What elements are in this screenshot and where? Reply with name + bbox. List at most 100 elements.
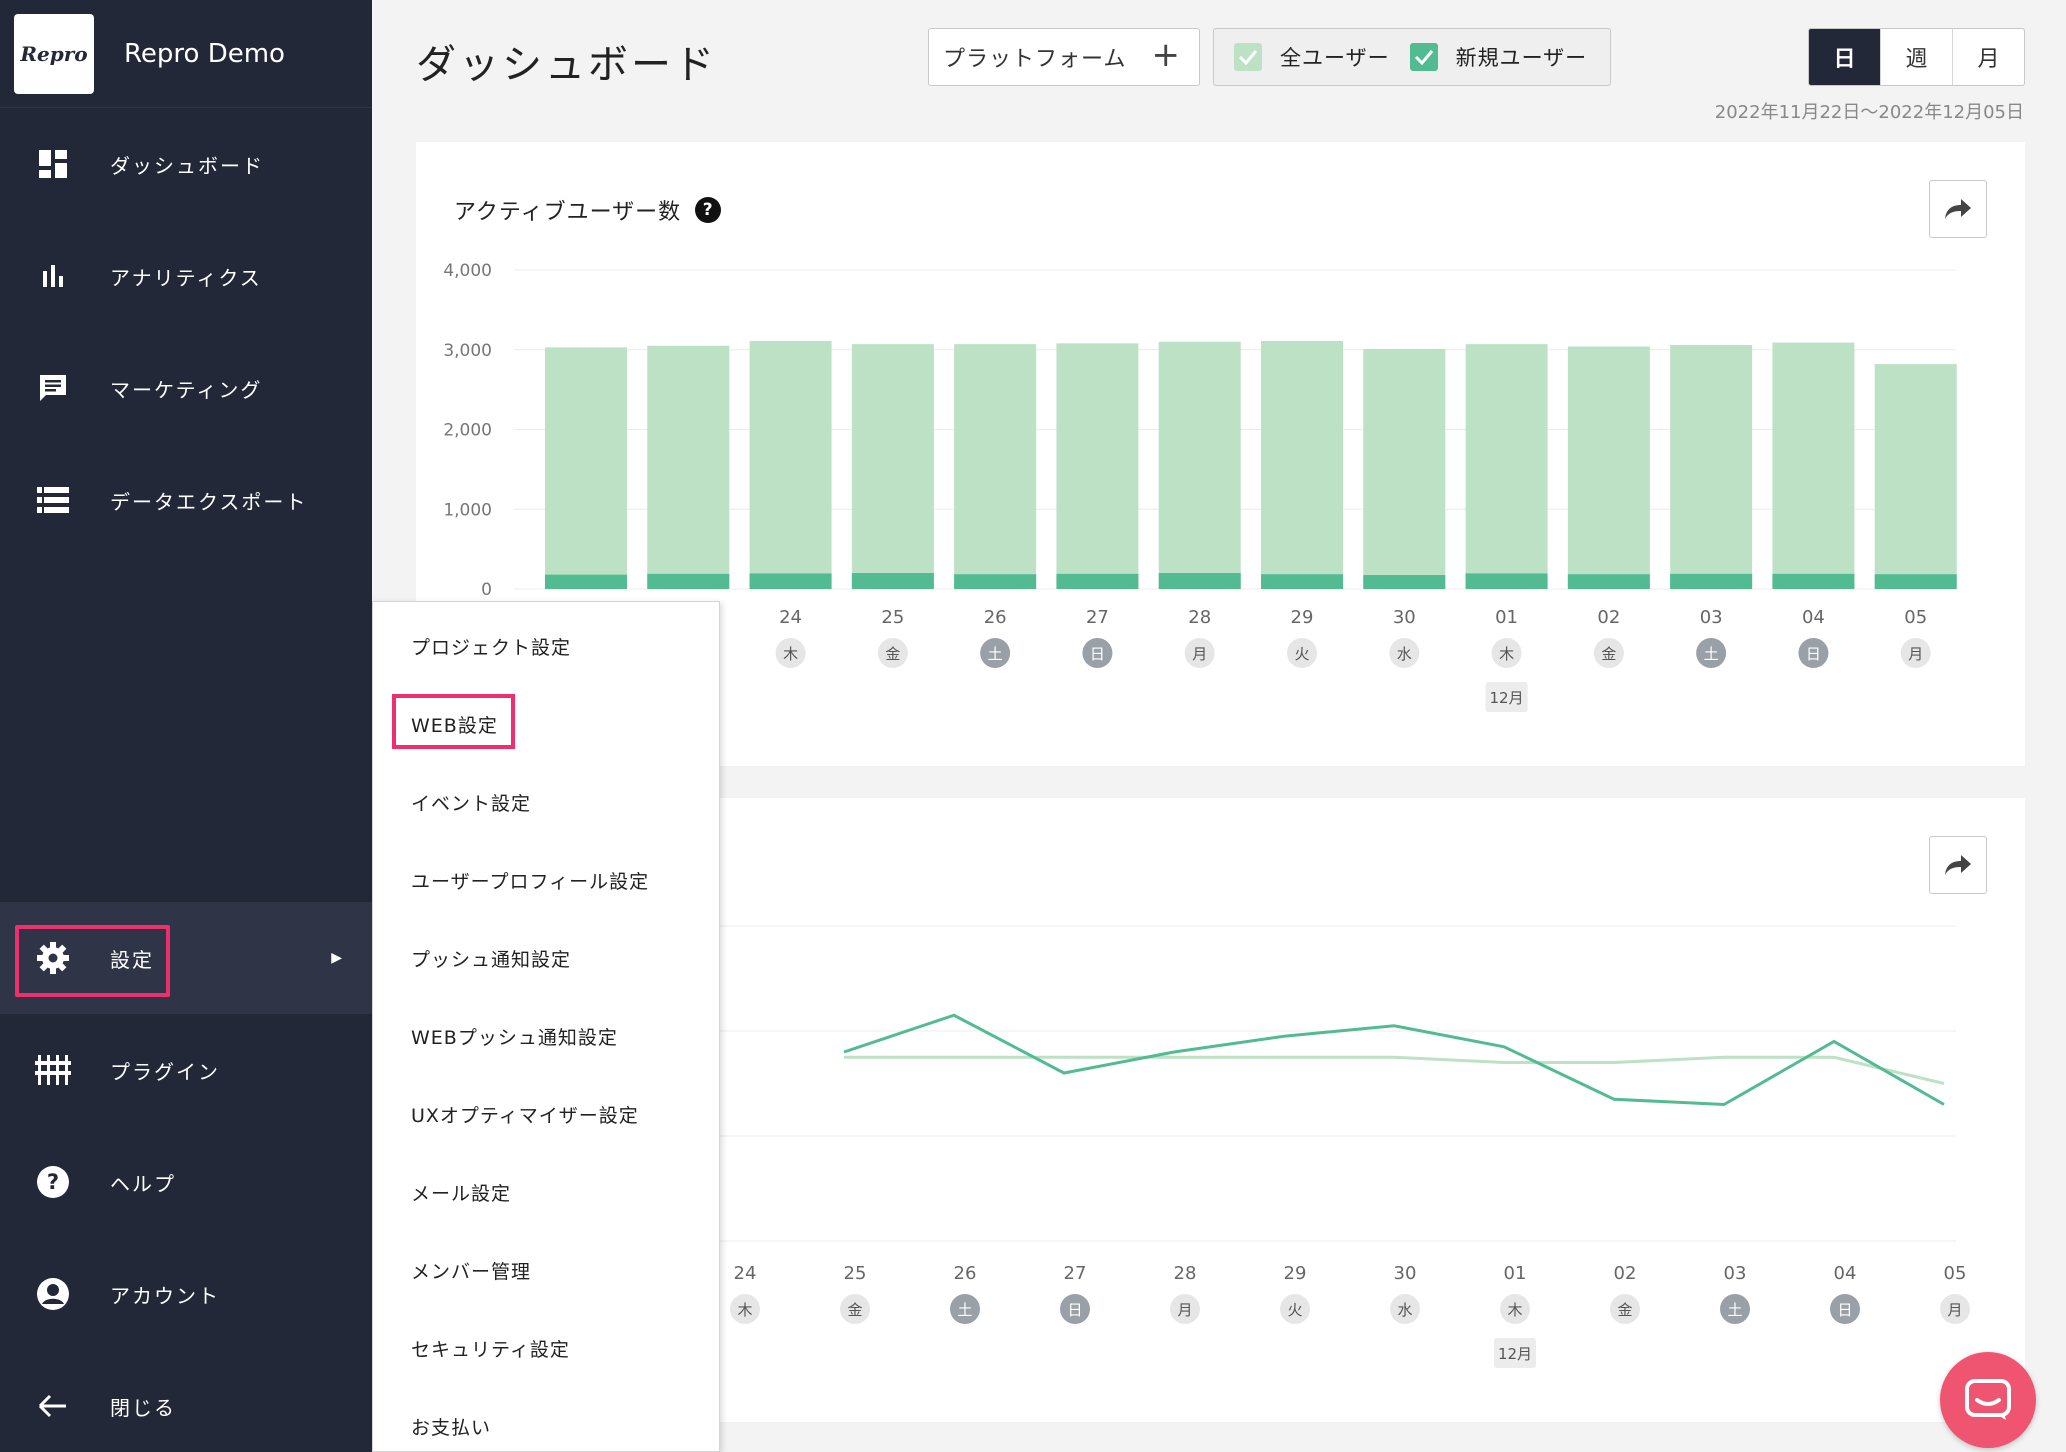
submenu-item-ux-optimizer-settings[interactable]: UXオプティマイザー設定 <box>411 1101 639 1128</box>
date-range: 2022年11月22日〜2022年12月05日 <box>1714 102 2024 123</box>
x-tick-label: 27 <box>1064 1263 1087 1284</box>
bar-all-users <box>1567 346 1650 589</box>
period-week-button[interactable]: 週 <box>1880 29 1952 85</box>
line-new-users <box>843 1013 1945 1107</box>
x-tick-label: 02 <box>1614 1263 1637 1284</box>
bar-new-users <box>1056 573 1139 589</box>
sidebar-item-label: ヘルプ <box>110 1171 176 1196</box>
x-tick-label: 05 <box>1904 607 1927 628</box>
sidebar-item-label: プラグイン <box>110 1059 220 1084</box>
plus-icon: + <box>1151 35 1181 75</box>
weekday-label: 日 <box>1067 1301 1082 1319</box>
submenu-item-member-management[interactable]: メンバー管理 <box>411 1257 531 1284</box>
weekday-label: 木 <box>737 1301 752 1319</box>
sidebar-item-dashboard[interactable]: ダッシュボード <box>0 108 372 220</box>
y-tick-label: 2,000 <box>443 421 492 441</box>
bar-all-users <box>1363 348 1446 589</box>
sidebar-item-label: マーケティング <box>110 377 263 402</box>
x-tick-label: 01 <box>1495 607 1518 628</box>
period-day-button[interactable]: 日 <box>1809 29 1880 85</box>
list-icon <box>26 473 80 527</box>
platform-label: プラットフォーム <box>943 47 1127 72</box>
bar-all-users <box>647 345 730 589</box>
bar-new-users <box>954 574 1037 589</box>
sidebar-item-label: アカウント <box>110 1283 220 1308</box>
page-title: ダッシュボード <box>416 42 717 88</box>
sidebar-item-label: 閉じる <box>110 1395 176 1420</box>
bar-new-users <box>1772 573 1855 589</box>
brand: Repro Repro Demo <box>0 0 372 108</box>
bar-new-users <box>1874 574 1957 589</box>
weekday-label: 金 <box>1601 645 1616 663</box>
bar-all-users <box>954 344 1037 589</box>
platform-filter-button[interactable]: プラットフォーム + <box>928 28 1200 86</box>
x-tick-label: 04 <box>1834 1263 1857 1284</box>
bar-all-users <box>1158 341 1241 589</box>
x-tick-label: 02 <box>1597 607 1620 628</box>
weekday-label: 火 <box>1294 645 1309 663</box>
sidebar-item-help[interactable]: ? ヘルプ <box>0 1126 372 1238</box>
x-tick-label: 29 <box>1284 1263 1307 1284</box>
sidebar-item-account[interactable]: アカウント <box>0 1238 372 1350</box>
period-month-button[interactable]: 月 <box>1952 29 2024 85</box>
bar-all-users <box>851 344 934 589</box>
bar-all-users <box>1772 342 1855 589</box>
submenu-item-web-push-settings[interactable]: WEBプッシュ通知設定 <box>411 1023 618 1050</box>
sidebar-item-analytics[interactable]: アナリティクス <box>0 220 372 332</box>
month-label: 12月 <box>1498 1345 1532 1363</box>
x-tick-label: 28 <box>1188 607 1211 628</box>
sidebar-item-close[interactable]: 閉じる <box>0 1350 372 1452</box>
new-users-checkbox[interactable] <box>1409 43 1438 71</box>
bar-new-users <box>545 574 627 589</box>
x-tick-label: 03 <box>1724 1263 1747 1284</box>
bar-new-users <box>1158 573 1241 589</box>
x-tick-label: 05 <box>1944 1263 1967 1284</box>
weekday-label: 土 <box>1704 645 1719 663</box>
all-users-checkbox[interactable] <box>1234 43 1262 71</box>
brand-logo[interactable]: Repro <box>14 13 94 94</box>
bar-all-users <box>545 347 627 589</box>
submenu-item-billing[interactable]: お支払い <box>411 1413 491 1440</box>
submenu-item-user-profile-settings[interactable]: ユーザープロフィール設定 <box>411 867 649 894</box>
sidebar-item-marketing[interactable]: マーケティング <box>0 332 372 444</box>
x-tick-label: 27 <box>1086 607 1109 628</box>
weekday-label: 土 <box>957 1301 972 1319</box>
period-toggle: 日 週 月 <box>1808 28 2025 86</box>
x-tick-label: 30 <box>1393 607 1416 628</box>
check-icon <box>1238 50 1258 65</box>
sidebar-item-plugin[interactable]: プラグイン <box>0 1014 372 1126</box>
user-filter-group: 全ユーザー 新規ユーザー <box>1213 28 1611 86</box>
x-tick-label: 28 <box>1174 1263 1197 1284</box>
x-tick-label: 04 <box>1802 607 1825 628</box>
submenu-item-mail-settings[interactable]: メール設定 <box>411 1179 511 1206</box>
message-icon <box>26 361 80 415</box>
settings-highlight-box <box>15 925 170 997</box>
x-tick-label: 30 <box>1394 1263 1417 1284</box>
weekday-label: 月 <box>1177 1301 1192 1319</box>
chat-button[interactable] <box>1940 1352 2036 1448</box>
submenu-item-security-settings[interactable]: セキュリティ設定 <box>411 1335 570 1362</box>
x-tick-label: 03 <box>1700 607 1723 628</box>
submenu-item-push-settings[interactable]: プッシュ通知設定 <box>411 945 571 972</box>
submenu-item-event-settings[interactable]: イベント設定 <box>411 789 531 816</box>
bar-new-users <box>647 573 730 589</box>
x-tick-label: 26 <box>984 607 1007 628</box>
submenu-item-project-settings[interactable]: プロジェクト設定 <box>411 633 571 660</box>
weekday-label: 月 <box>1908 645 1923 663</box>
check-icon <box>1414 50 1433 65</box>
project-name[interactable]: Repro Demo <box>124 39 285 69</box>
plugin-icon <box>26 1043 80 1097</box>
sidebar-item-data-export[interactable]: データエクスポート <box>0 444 372 556</box>
bar-new-users <box>851 573 934 589</box>
account-icon <box>26 1267 80 1321</box>
y-tick-label: 3,000 <box>443 341 492 361</box>
bar-all-users <box>1874 364 1957 589</box>
weekday-label: 水 <box>1397 645 1412 663</box>
caret-right-icon: ▶ <box>331 950 342 966</box>
x-tick-label: 01 <box>1504 1263 1527 1284</box>
weekday-label: 月 <box>1947 1301 1962 1319</box>
bar-new-users <box>749 573 832 589</box>
weekday-label: 木 <box>1499 645 1514 663</box>
weekday-label: 日 <box>1837 1301 1852 1319</box>
bar-new-users <box>1465 573 1548 589</box>
